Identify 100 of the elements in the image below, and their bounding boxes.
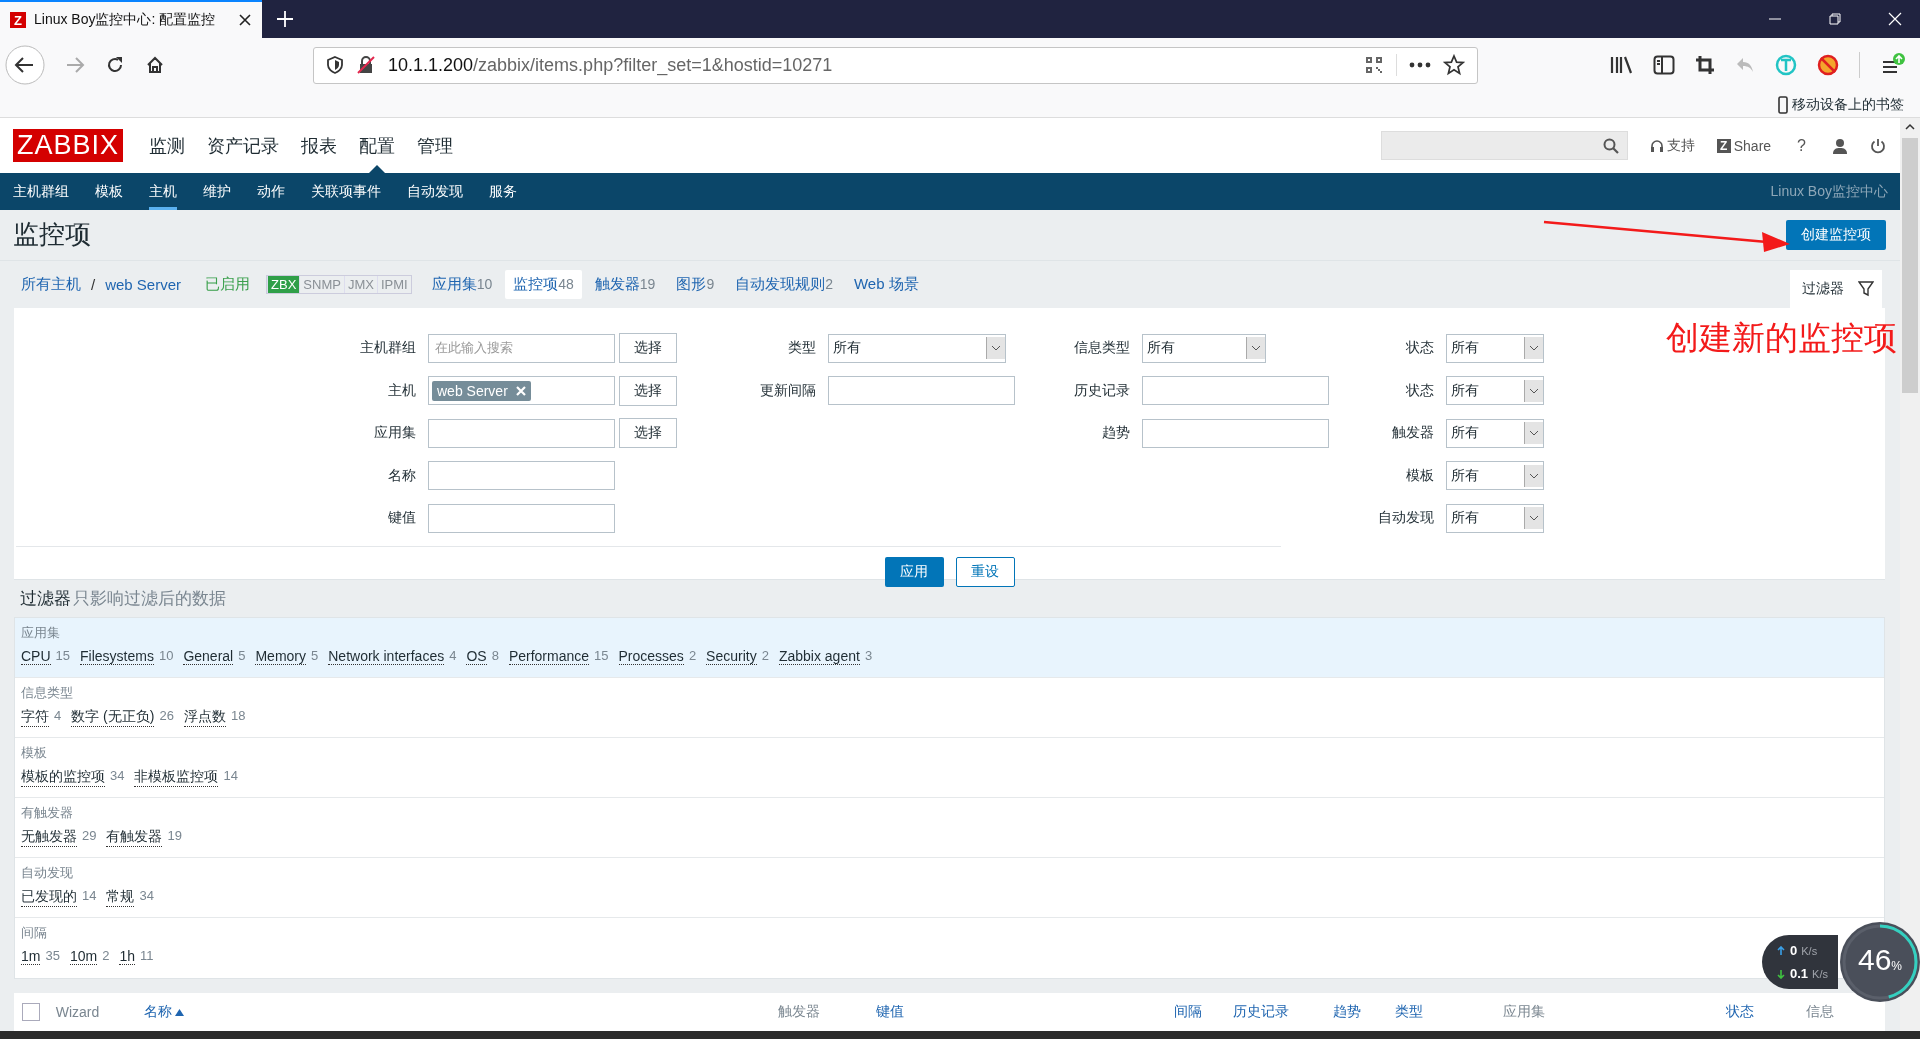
home-icon[interactable] (145, 55, 165, 75)
star-icon[interactable] (1443, 54, 1465, 76)
host-tab[interactable]: Web 场景 (845, 270, 927, 299)
nav-item[interactable]: 服务 (489, 173, 517, 210)
power-icon[interactable] (1870, 137, 1886, 154)
select-field[interactable]: 所有 (1446, 376, 1544, 406)
breadcrumb-link[interactable]: 所有主机 (21, 275, 81, 294)
select-field[interactable]: 所有 (1142, 333, 1266, 363)
subfilter-link[interactable]: OS (466, 647, 487, 665)
user-icon[interactable] (1832, 137, 1848, 154)
remove-icon[interactable] (515, 385, 526, 396)
nav-item[interactable]: 主机 (149, 173, 177, 210)
nav-item[interactable]: 动作 (257, 173, 285, 210)
subfilter-link[interactable]: 10m (69, 947, 98, 965)
nav-item[interactable]: 关联项事件 (311, 173, 381, 210)
support-link[interactable]: 支持 (1649, 136, 1695, 155)
browser-tab[interactable]: Z Linux Boy监控中心: 配置监控 (0, 0, 262, 38)
subfilter-link[interactable]: 1h (119, 947, 135, 965)
create-item-button[interactable]: 创建监控项 (1786, 220, 1886, 250)
subfilter-link[interactable]: 浮点数 (183, 707, 226, 727)
select-field[interactable]: 所有 (1446, 461, 1544, 491)
subfilter-link[interactable]: 模板的监控项 (21, 767, 105, 787)
blocked-icon[interactable] (1817, 54, 1839, 76)
subfilter-link[interactable]: 数字 (无正负) (71, 707, 155, 727)
crop-icon[interactable] (1695, 55, 1715, 75)
select-field[interactable]: 所有 (1446, 333, 1544, 363)
subfilter-link[interactable]: Zabbix agent (778, 647, 860, 665)
select-button[interactable]: 选择 (619, 375, 677, 406)
subfilter-link[interactable]: Memory (255, 647, 306, 665)
column-header[interactable]: 键值 (876, 1002, 905, 1021)
input-field[interactable] (1142, 418, 1329, 448)
main-menu-item[interactable]: 配置 (359, 118, 396, 173)
help-link[interactable]: ? (1797, 136, 1806, 155)
scrollbar[interactable] (1900, 118, 1920, 1031)
subfilter-link[interactable]: Performance (508, 647, 590, 665)
column-header[interactable]: 类型 (1394, 1002, 1423, 1021)
input-field[interactable] (428, 503, 615, 533)
subfilter-link[interactable]: General (183, 647, 234, 665)
subfilter-link[interactable]: 无触发器 (21, 827, 77, 847)
logo[interactable]: ZABBIX (13, 129, 124, 162)
column-header[interactable]: 历史记录 (1232, 1002, 1289, 1021)
select-field[interactable]: 所有 (1446, 418, 1544, 448)
more-icon[interactable] (1409, 62, 1431, 68)
address-bar[interactable]: 10.1.1.200/zabbix/items.php?filter_set=1&hostid=10271 (313, 46, 1478, 84)
subfilter-link[interactable]: 非模板监控项 (134, 767, 219, 787)
column-header[interactable]: 名称 (144, 1002, 173, 1021)
subfilter-link[interactable]: 常规 (106, 887, 135, 907)
subfilter-link[interactable]: Security (706, 647, 757, 665)
subfilter-link[interactable]: 字符 (21, 707, 49, 727)
apply-button[interactable]: 应用 (884, 556, 944, 587)
main-menu-item[interactable]: 资产记录 (207, 118, 280, 173)
bookmarks-folder[interactable]: 移动设备上的书签 (1792, 95, 1904, 114)
subfilter-link[interactable]: 1m (21, 947, 41, 965)
share-link[interactable]: Z Share (1716, 137, 1772, 154)
subfilter-link[interactable]: Filesystems (80, 647, 154, 665)
reload-icon[interactable] (105, 55, 125, 75)
main-menu-item[interactable]: 报表 (301, 118, 338, 173)
subfilter-link[interactable]: 有触发器 (106, 827, 163, 847)
host-tab[interactable]: 图形9 (668, 270, 723, 299)
reset-button[interactable]: 重设 (955, 556, 1015, 587)
host-tab[interactable]: 自动发现规则2 (727, 270, 841, 299)
subfilter-link[interactable]: CPU (21, 647, 51, 665)
input-field[interactable] (428, 418, 615, 448)
subfilter-link[interactable]: 已发现的 (21, 887, 77, 907)
scroll-up-icon[interactable] (1904, 122, 1916, 132)
new-tab-icon[interactable] (276, 10, 294, 28)
select-all-checkbox[interactable] (22, 1002, 40, 1021)
restore-icon[interactable] (1828, 12, 1842, 26)
select-button[interactable]: 选择 (619, 418, 677, 449)
close-icon[interactable] (238, 13, 252, 27)
input-field[interactable] (1142, 376, 1329, 406)
input-field[interactable] (428, 461, 615, 491)
search-icon[interactable] (1602, 137, 1619, 154)
sidebar-icon[interactable] (1653, 55, 1675, 75)
column-header[interactable]: 状态 (1725, 1002, 1754, 1021)
select-button[interactable]: 选择 (619, 333, 677, 364)
search-field[interactable] (1380, 131, 1628, 160)
column-header[interactable]: 间隔 (1173, 1002, 1202, 1021)
select-field[interactable]: 所有 (828, 333, 1006, 363)
filter-tab[interactable]: 过滤器 (1790, 270, 1882, 309)
nav-item[interactable]: 主机群组 (13, 173, 69, 210)
host-tab[interactable]: 应用集10 (423, 270, 501, 299)
input-field[interactable] (828, 376, 1015, 406)
nav-item[interactable]: 模板 (95, 173, 123, 210)
subfilter-link[interactable]: Network interfaces (328, 647, 445, 665)
host-tab[interactable]: 监控项48 (505, 270, 582, 299)
nav-item[interactable]: 自动发现 (407, 173, 463, 210)
main-menu-item[interactable]: 管理 (417, 118, 454, 173)
qr-code-icon[interactable] (1364, 55, 1384, 75)
select-field[interactable]: 所有 (1446, 503, 1544, 533)
main-menu-item[interactable]: 监测 (149, 118, 186, 173)
scroll-thumb[interactable] (1902, 138, 1918, 393)
subfilter-link[interactable]: Processes (618, 647, 684, 665)
breadcrumb-link[interactable]: web Server (105, 276, 182, 293)
network-speed-panel[interactable]: 0 K/s 0.1 K/s (1762, 935, 1838, 989)
library-icon[interactable] (1609, 55, 1633, 75)
back-icon[interactable] (5, 45, 45, 85)
nav-item[interactable]: 维护 (203, 173, 231, 210)
host-tab[interactable]: 触发器19 (586, 270, 664, 299)
column-header[interactable]: 趋势 (1332, 1002, 1361, 1021)
